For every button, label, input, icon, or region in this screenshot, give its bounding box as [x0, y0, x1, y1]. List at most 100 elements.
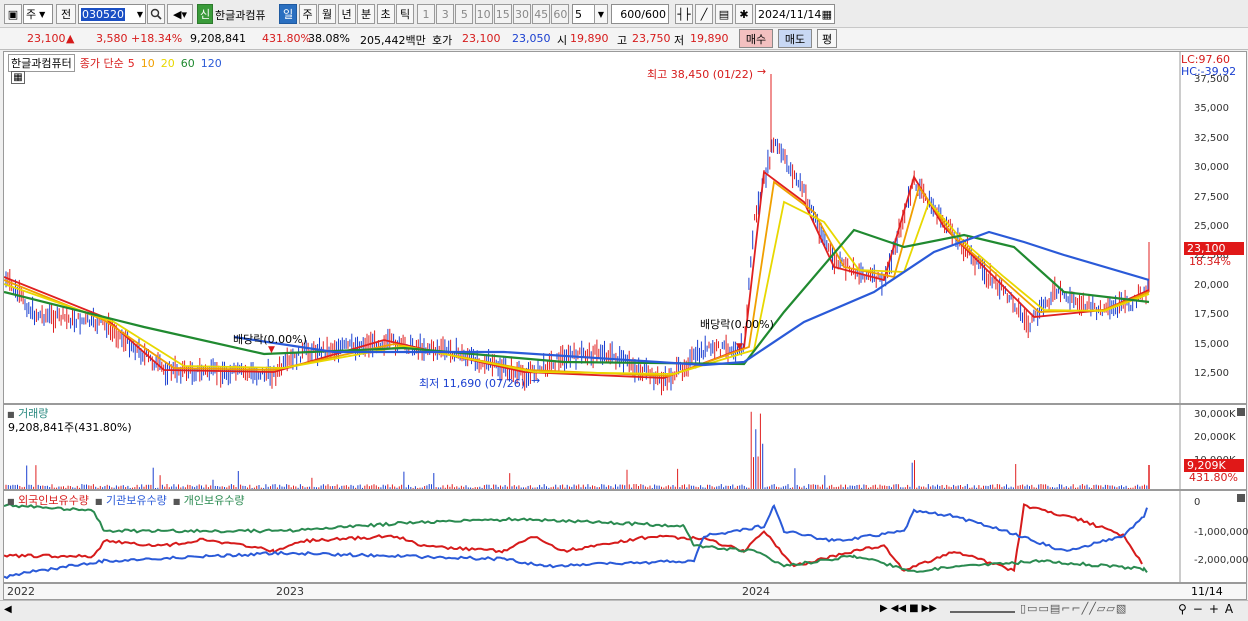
- holdings-legend: ■ 외국인보유수량 ■ 기관보유수량 ■ 개인보유수량: [7, 492, 251, 508]
- volume-value: 9,208,841주(431.80%): [8, 421, 132, 434]
- up-arrow-icon: ▲: [66, 32, 75, 45]
- speaker-icon[interactable]: ◀▾: [167, 4, 193, 24]
- chevron-down-icon: ▼: [39, 9, 46, 19]
- interval-value: 5: [575, 7, 582, 21]
- holdings-panel: ■ 외국인보유수량 ■ 기관보유수량 ■ 개인보유수량 0 -1,000,000 -2,…: [3, 490, 1248, 583]
- period-tab[interactable]: 초: [376, 4, 395, 24]
- fast-forward-icon[interactable]: ▶▶: [922, 603, 937, 614]
- interval-button[interactable]: 30: [513, 4, 531, 24]
- holdings-legend-item: ■ 외국인보유수량: [7, 494, 89, 507]
- triangle-down-icon: ▼: [268, 345, 275, 355]
- period-tab[interactable]: 틱: [396, 4, 414, 24]
- interval-button[interactable]: 60: [551, 4, 570, 24]
- chevron-down-icon[interactable]: ▼: [594, 4, 608, 24]
- y-tick-label: 17,500: [1194, 309, 1229, 321]
- ma-period: 60: [180, 56, 195, 70]
- stop-icon[interactable]: ■: [909, 603, 918, 614]
- play-icon[interactable]: ▶: [880, 603, 888, 614]
- arrow-right-icon: →: [531, 374, 541, 387]
- period-tab[interactable]: 년: [337, 4, 356, 24]
- interval-button[interactable]: 5: [455, 4, 474, 24]
- interval-button[interactable]: 10: [474, 4, 493, 24]
- current-pct-tag: 18.34%: [1189, 255, 1231, 268]
- save-icon[interactable]: ▤: [715, 4, 733, 24]
- arrow-right-icon: →: [757, 65, 767, 78]
- high-price: 23,750: [632, 32, 671, 45]
- prev-button[interactable]: 전: [56, 4, 76, 24]
- x-tick-label: 2024: [742, 585, 770, 598]
- close-icon[interactable]: [1237, 494, 1245, 502]
- price-change: 3,580: [96, 32, 128, 45]
- volume-panel: ■ 거래량 9,208,841주(431.80%) 30,000K 20,000K…: [3, 404, 1247, 490]
- avg-button[interactable]: 평: [817, 29, 837, 48]
- ma-period: 120: [200, 56, 222, 70]
- holdings-legend-item: ■ 기관보유수량: [94, 494, 167, 507]
- moving-average-line: [4, 200, 1150, 375]
- volume-chart: [5, 405, 1181, 489]
- zoom-in-icon[interactable]: +: [1209, 602, 1219, 616]
- y-tick-label: 32,500: [1194, 132, 1229, 144]
- current-volume-pct: 431.80%: [1189, 471, 1238, 484]
- buy-button[interactable]: 매수: [739, 29, 773, 48]
- x-tick-label: 2022: [7, 585, 35, 598]
- holdings-legend-item: ■ 개인보유수량: [172, 494, 245, 507]
- bottom-navigation: ◀ ▶ ◀◀ ■ ▶▶ ▯▭▭▤⌐⌐╱╱▱▱▧ ⚲ − + A: [0, 600, 1248, 621]
- quote-bar: 23,100 ▲ 3,580 +18.34% 9,208,841 431.80%…: [0, 28, 1248, 50]
- stock-name: 한글과컴퓨: [215, 9, 266, 22]
- rewind-icon[interactable]: ◀◀: [891, 603, 906, 614]
- y-tick-label: 0: [1194, 497, 1201, 508]
- turnover: 38.08%: [308, 32, 350, 45]
- triangle-down-icon: ▼: [736, 342, 743, 352]
- price-chart: [4, 52, 1181, 403]
- zoom-slider[interactable]: [950, 611, 1015, 613]
- holdings-legend-text: 기관보유수량: [105, 494, 167, 507]
- interval-button[interactable]: 45: [532, 4, 551, 24]
- ma-period: 10: [140, 56, 155, 70]
- zoom-out-icon[interactable]: −: [1193, 602, 1203, 616]
- holdings-legend-text: 외국인보유수량: [18, 494, 89, 507]
- ma-period: 20: [160, 56, 175, 70]
- bid-price: 23,050: [512, 32, 551, 45]
- candle-icon[interactable]: ┤├: [675, 4, 693, 24]
- count-input[interactable]: 600 /600: [611, 4, 669, 24]
- period-tab[interactable]: 월: [318, 4, 336, 24]
- y-tick-label: 12,500: [1194, 368, 1229, 379]
- magnifier-icon[interactable]: ⚲: [1178, 602, 1187, 616]
- search-icon[interactable]: [147, 4, 165, 24]
- tool-icons[interactable]: ▯▭▭▤⌐⌐╱╱▱▱▧: [1020, 602, 1127, 615]
- window-menu-icon[interactable]: ▣: [4, 4, 22, 24]
- count-total: /600: [641, 7, 666, 21]
- interval-button[interactable]: 1: [417, 4, 435, 24]
- date-input[interactable]: 2024/11/14 ▦: [755, 4, 835, 24]
- x-axis: 2022 2023 2024 11/14: [3, 583, 1247, 600]
- sell-button[interactable]: 매도: [778, 29, 812, 48]
- zoom-controls: ⚲ − + A: [1178, 602, 1233, 616]
- stock-code-input[interactable]: 030520 ▼: [78, 4, 146, 24]
- low-annotation: 최저 11,690 (07/26): [419, 377, 526, 390]
- scroll-left-icon[interactable]: ◀: [4, 604, 12, 615]
- period-tab[interactable]: 분: [357, 4, 375, 24]
- draw-icon[interactable]: ╱: [695, 4, 713, 24]
- y-tick-label: -2,000,000: [1194, 555, 1248, 566]
- interval-button[interactable]: 3: [436, 4, 455, 24]
- y-tick-label: 27,500: [1194, 191, 1229, 203]
- y-tick-label: 37,500: [1194, 74, 1229, 85]
- ma-period-list: 5 10 20 60 120: [128, 57, 228, 70]
- font-size-icon[interactable]: A: [1225, 602, 1233, 616]
- grid-icon[interactable]: ▦: [11, 71, 25, 84]
- open-label: 시: [557, 34, 568, 47]
- y-tick-label: 25,000: [1194, 221, 1229, 232]
- market-select[interactable]: 주 ▼: [23, 4, 53, 24]
- high-label: 고: [617, 34, 628, 47]
- period-tab[interactable]: 일: [279, 4, 297, 24]
- y-tick-label: 20,000: [1194, 279, 1229, 291]
- open-price: 19,890: [570, 32, 609, 45]
- gear-icon[interactable]: ✱: [735, 4, 753, 24]
- price-change-pct: +18.34%: [131, 32, 183, 45]
- moving-average-line: [4, 180, 1150, 377]
- period-tab[interactable]: 주: [298, 4, 317, 24]
- interval-button[interactable]: 15: [493, 4, 512, 24]
- low-label: 저: [674, 34, 685, 47]
- close-icon[interactable]: [1237, 408, 1245, 416]
- ask-price: 23,100: [462, 32, 501, 45]
